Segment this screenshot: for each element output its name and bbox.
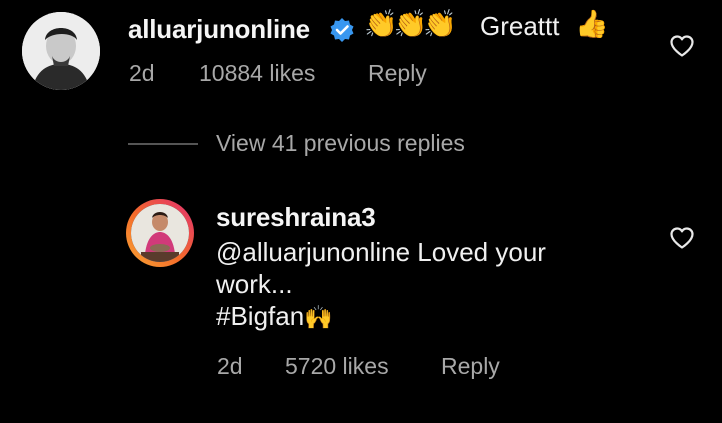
avatar-photo-icon [22, 12, 100, 90]
comment-like-heart-icon[interactable] [669, 34, 695, 58]
reply-text-line-1: @alluarjunonline Loved your [216, 237, 546, 267]
clap-emoji-icon: 👏 [393, 9, 428, 39]
reply-text-line-2: work... [216, 269, 293, 299]
avatar-sureshraina3[interactable] [131, 204, 189, 262]
view-previous-replies-button[interactable]: View 41 previous replies [216, 130, 465, 157]
verified-badge-icon [329, 17, 355, 48]
avatar-alluarjunonline[interactable] [22, 12, 100, 90]
clap-emoji-icon: 👏 [364, 9, 398, 39]
reply-time: 2d [217, 353, 243, 379]
reply-reply-button[interactable]: Reply [441, 353, 500, 380]
reply-username[interactable]: sureshraina3 [216, 202, 376, 233]
clap-emoji-group: 👏👏👏 [364, 8, 457, 40]
replies-divider-line [128, 143, 198, 145]
clap-emoji-icon: 👏 [423, 9, 457, 39]
comment-text: Greattt [480, 11, 560, 41]
avatar-photo-icon [131, 204, 189, 262]
comment-likes[interactable]: 10884 likes [199, 60, 315, 87]
comment-reply-button[interactable]: Reply [368, 60, 427, 87]
reply-hashtag-line: #Bigfan🙌 [216, 300, 333, 333]
raised-hands-emoji-icon: 🙌 [304, 304, 333, 330]
comment-username[interactable]: alluarjunonline [128, 14, 310, 45]
thumbs-up-emoji-icon: 👍 [575, 9, 609, 39]
reply-like-heart-icon[interactable] [669, 226, 695, 250]
reply-likes[interactable]: 5720 likes [285, 353, 389, 380]
comment-time: 2d [129, 60, 155, 86]
hashtag-bigfan[interactable]: #Bigfan [216, 301, 304, 331]
